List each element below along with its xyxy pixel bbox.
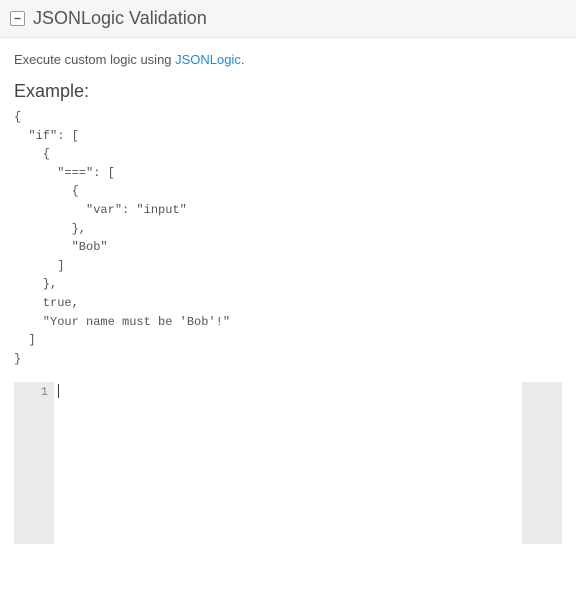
code-editor[interactable]: 1: [14, 382, 562, 544]
editor-gutter: 1: [14, 382, 54, 544]
intro-prefix: Execute custom logic using: [14, 52, 175, 67]
collapse-toggle-button[interactable]: [10, 11, 25, 26]
minus-icon: [13, 14, 22, 23]
intro-text: Execute custom logic using JSONLogic.: [14, 52, 562, 67]
example-code-block: { "if": [ { "===": [ { "var": "input" },…: [14, 108, 562, 368]
intro-suffix: .: [241, 52, 245, 67]
jsonlogic-link[interactable]: JSONLogic: [175, 52, 241, 67]
panel-header: JSONLogic Validation: [0, 0, 576, 38]
panel-body: Execute custom logic using JSONLogic. Ex…: [0, 38, 576, 554]
example-heading: Example:: [14, 81, 562, 102]
editor-textarea[interactable]: [54, 382, 522, 544]
panel-title: JSONLogic Validation: [33, 8, 207, 29]
editor-cursor: [58, 384, 59, 398]
editor-scrollbar-region: [522, 382, 562, 544]
line-number: 1: [16, 384, 48, 400]
